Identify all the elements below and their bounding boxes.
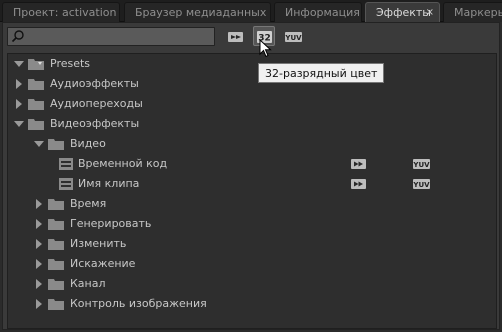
chevron-right-icon[interactable] [34,219,44,229]
tree-item-label: Контроль изображения [70,297,207,310]
tab-project[interactable]: Проект: activation [2,2,120,22]
mouse-cursor-icon [259,39,272,58]
folder-icon [48,219,64,230]
tab-label: Информация [285,6,360,19]
yuv-icon: YUV [284,32,302,42]
accelerated-effect-icon [351,159,366,169]
folder-icon [28,99,44,110]
close-icon[interactable]: × [426,3,434,22]
folder-item[interactable]: Аудиопереходы [8,94,496,114]
folder-icon [48,239,64,250]
tab-label: Проект: activation [13,6,117,19]
folder-item[interactable]: Время [8,194,496,214]
tab-label: Браузер медиаданных [135,6,267,19]
folder-item[interactable]: Генерировать [8,214,496,234]
effects-tree: Presets Аудиоэффекты Аудиопереходы Видеоэфф… [7,53,497,329]
tree-item-label: Имя клипа [78,177,140,190]
chevron-right-icon[interactable] [34,259,44,269]
yuv-effect-icon: YUV [413,179,430,189]
tree-item-label: Временной код [78,157,168,170]
tab-markers[interactable]: Маркеры [443,2,502,22]
folder-icon [48,139,64,150]
folder-item[interactable]: Presets [8,54,496,74]
tab-label: Эффекты [376,6,431,19]
presets-folder-icon [28,59,44,70]
folder-icon [48,259,64,270]
tree-item-label: Искажение [70,257,136,270]
folder-item[interactable]: Видео [8,134,496,154]
accelerated-effects-icon [228,32,243,42]
folder-item[interactable]: Искажение [8,254,496,274]
folder-item[interactable]: Изменить [8,234,496,254]
tree-item-label: Видеоэффекты [50,117,140,130]
folder-item[interactable]: Канал [8,274,496,294]
folder-icon [28,119,44,130]
svg-text:YUV: YUV [413,181,430,189]
yuv-filter-button[interactable]: YUV [282,26,304,46]
folder-icon [48,279,64,290]
tree-item-label: Время [70,197,107,210]
effect-icon [59,178,73,190]
effects-toolbar: 32 YUV [3,23,499,51]
chevron-down-icon[interactable] [34,139,44,149]
chevron-right-icon[interactable] [14,79,24,89]
search-icon [11,30,24,43]
folder-icon [48,199,64,210]
accelerated-effects-filter-button[interactable] [224,26,246,46]
yuv-effect-icon: YUV [413,159,430,169]
svg-text:YUV: YUV [413,161,430,169]
tree-item-label: Аудиоэффекты [50,77,139,90]
chevron-right-icon[interactable] [34,239,44,249]
panel-tab-bar: Проект: activation Браузер медиаданных И… [0,0,502,23]
search-input[interactable] [7,27,215,46]
chevron-down-icon[interactable] [14,119,24,129]
chevron-right-icon[interactable] [34,299,44,309]
accelerated-effect-icon [351,179,366,189]
chevron-down-icon[interactable] [14,59,24,69]
chevron-right-icon[interactable] [34,199,44,209]
tree-item-label: Видео [70,137,106,150]
chevron-right-icon[interactable] [14,99,24,109]
tab-info[interactable]: Информация [274,2,362,22]
effect-icon [59,158,73,170]
effect-item[interactable]: Имя клипа YUV [8,174,496,194]
yuv-badge-text: YUV [284,34,302,42]
tooltip: 32-разрядный цвет [258,63,385,83]
effects-panel: 32 YUV Presets Аудиоэффекты Аудиопереходы В… [2,22,500,330]
tree-item-label: Изменить [70,237,127,250]
effect-item[interactable]: Временной код YUV [8,154,496,174]
tree-item-label: Аудиопереходы [50,97,143,110]
tab-media-browser[interactable]: Браузер медиаданных [124,2,271,22]
tree-item-label: Канал [70,277,106,290]
folder-icon [28,79,44,90]
tree-item-label: Генерировать [70,217,152,230]
folder-item[interactable]: Контроль изображения [8,294,496,314]
folder-item[interactable]: Аудиоэффекты [8,74,496,94]
chevron-right-icon[interactable] [34,279,44,289]
folder-icon [48,299,64,310]
tab-effects[interactable]: Эффекты × [365,2,440,23]
tab-label: Маркеры [454,6,502,19]
folder-item[interactable]: Видеоэффекты [8,114,496,134]
tree-item-label: Presets [50,57,91,70]
